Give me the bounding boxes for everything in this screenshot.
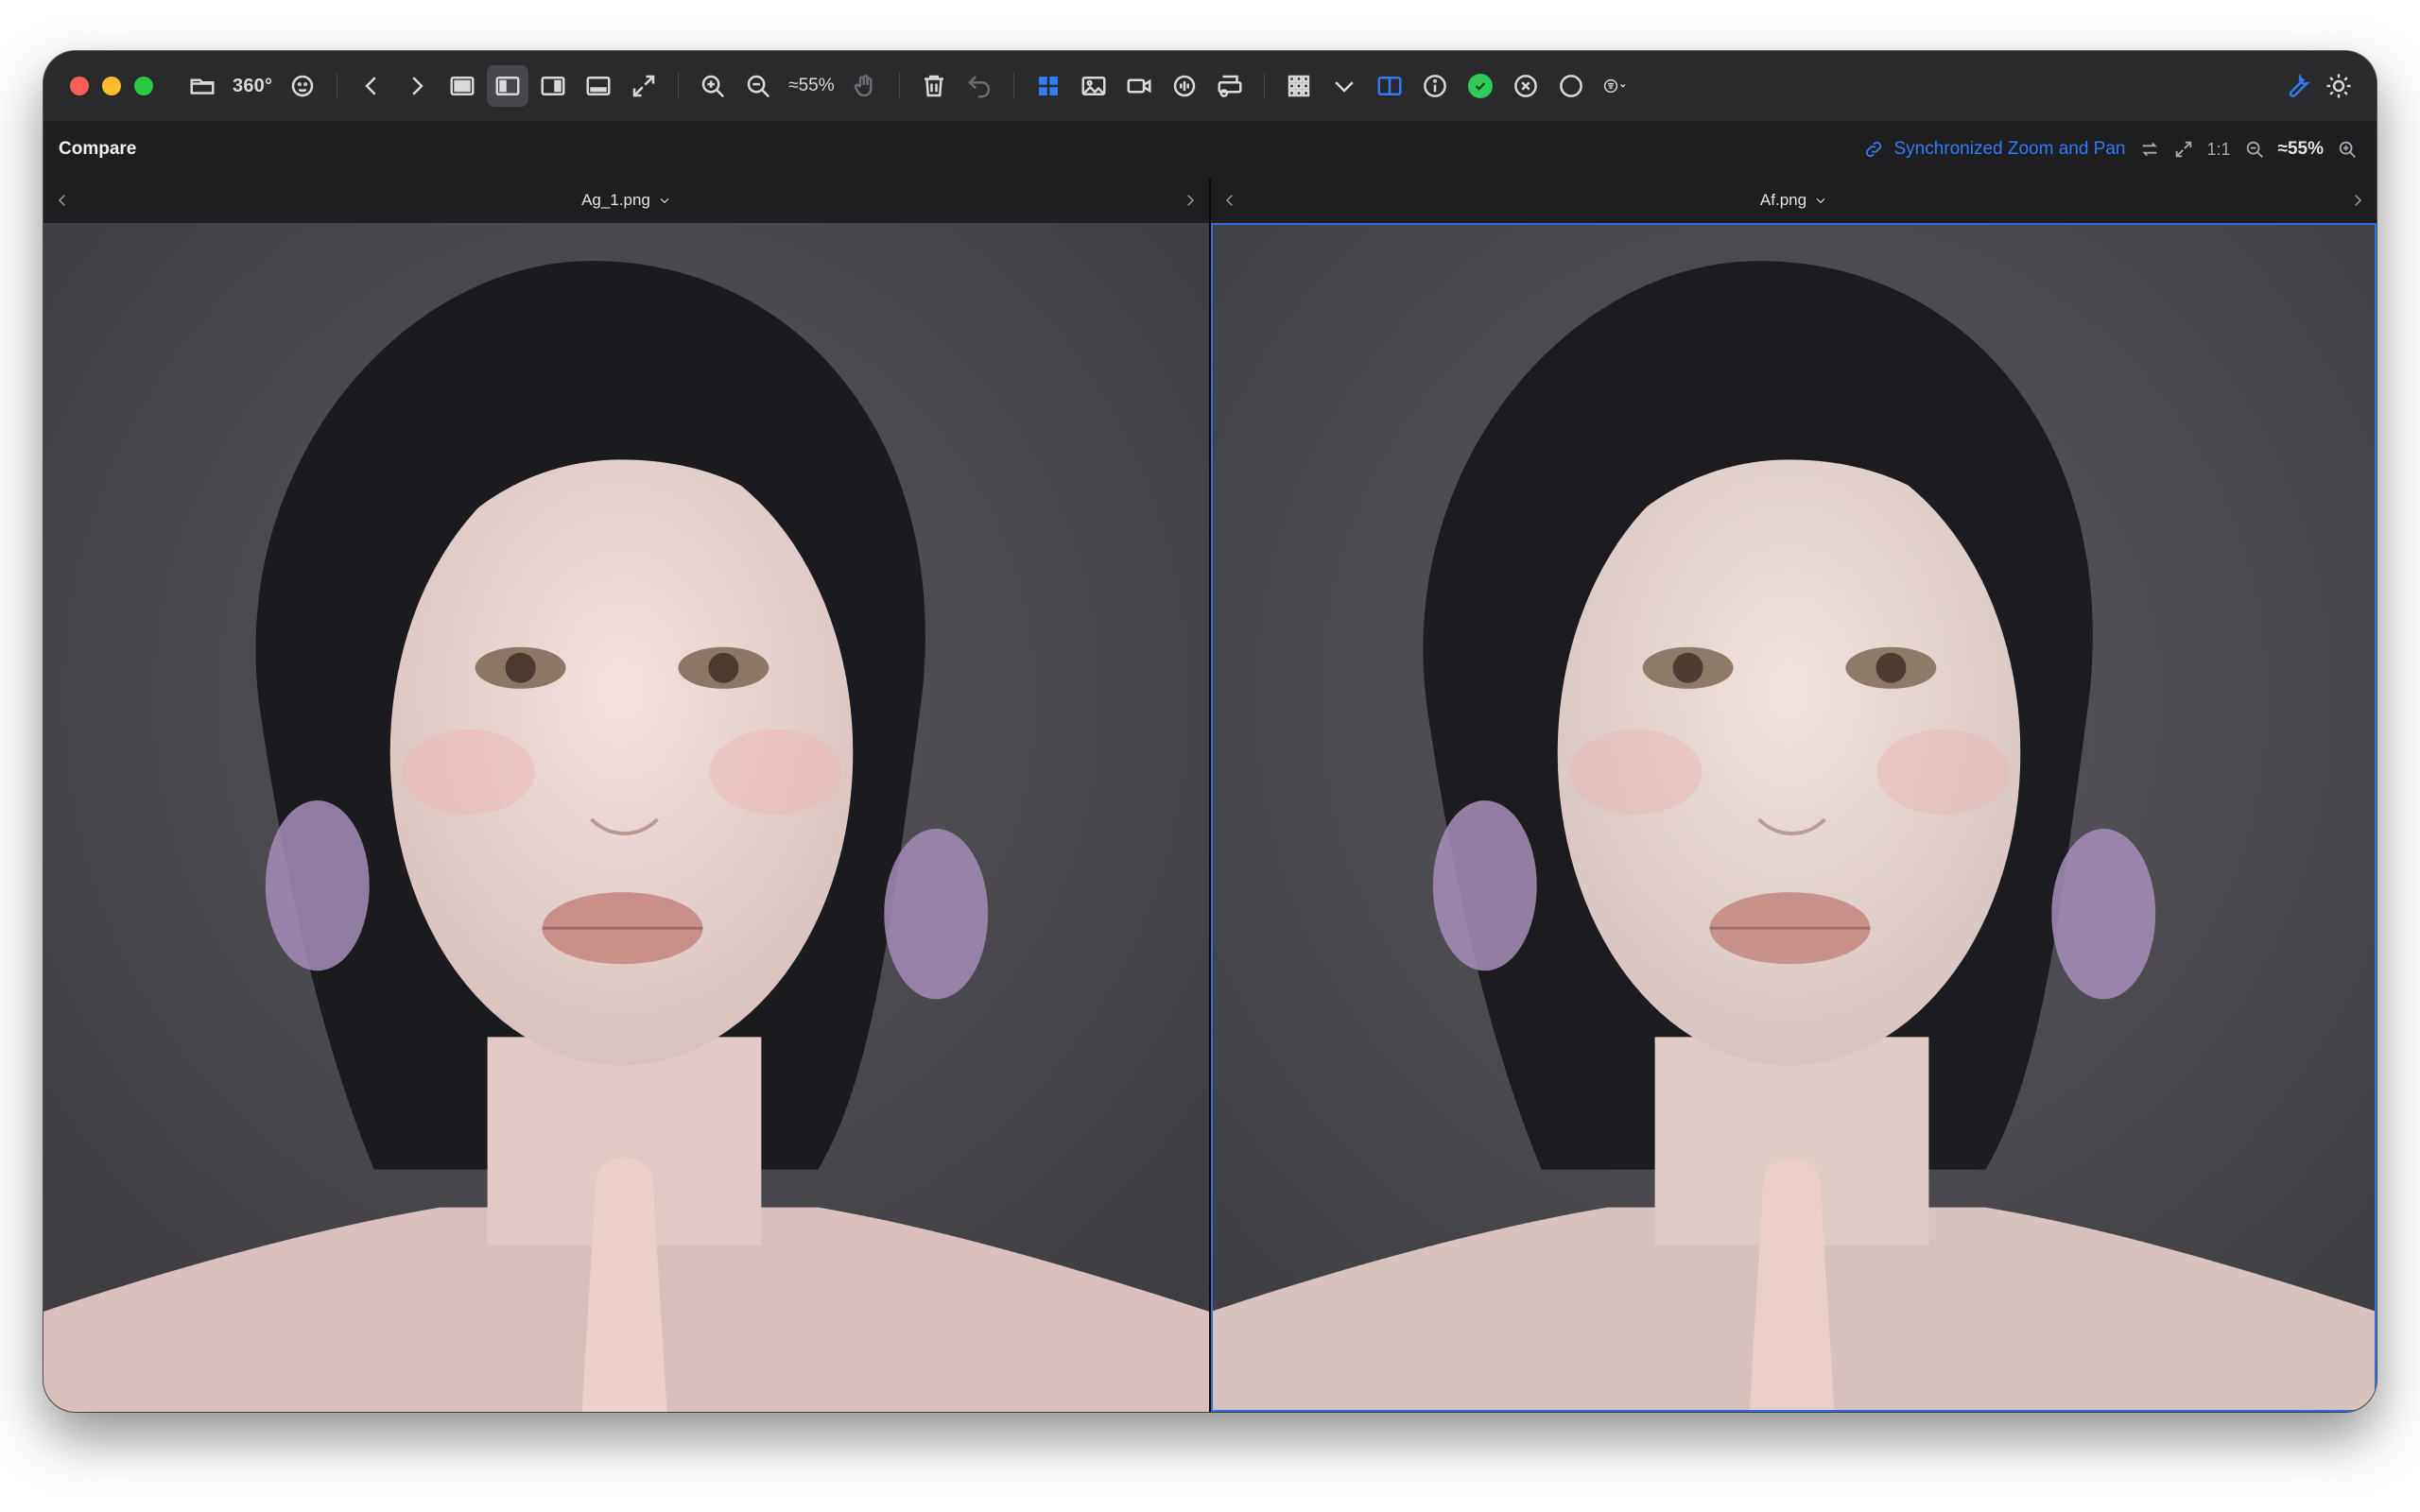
pane-header: Ag_1.png xyxy=(43,178,1209,224)
folder-icon[interactable] xyxy=(182,65,223,107)
grid-view-icon[interactable] xyxy=(1028,65,1069,107)
layout-sidebar-right-icon[interactable] xyxy=(532,65,574,107)
print-icon[interactable] xyxy=(1209,65,1251,107)
app-window: 360° ≈55% Compare Synchronized Zoom and … xyxy=(43,51,2377,1412)
sync-zoom-pan-toggle[interactable]: Synchronized Zoom and Pan xyxy=(1863,139,2126,160)
portrait-photo xyxy=(1211,223,2377,1412)
image-icon[interactable] xyxy=(1073,65,1115,107)
approve-check-icon[interactable] xyxy=(1460,65,1501,107)
brightness-icon[interactable] xyxy=(2318,65,2360,107)
zoom-in-icon[interactable] xyxy=(692,65,734,107)
zoom-level[interactable]: ≈55% xyxy=(783,65,839,107)
toolbar-separator xyxy=(898,73,900,99)
compare-pane-left: Ag_1.png xyxy=(43,178,1209,1412)
close-window-button[interactable] xyxy=(70,77,89,95)
previous-image-icon[interactable] xyxy=(43,178,81,223)
zoom-window-button[interactable] xyxy=(134,77,153,95)
circle-icon[interactable] xyxy=(1550,65,1592,107)
thumbnail-grid-icon[interactable] xyxy=(1278,65,1320,107)
audio-icon[interactable] xyxy=(1164,65,1205,107)
rotate-360-button[interactable]: 360° xyxy=(227,65,278,107)
sync-zoom-pan-label: Synchronized Zoom and Pan xyxy=(1893,139,2126,159)
next-image-icon[interactable] xyxy=(2339,178,2377,223)
file-name: Af.png xyxy=(1759,191,1807,209)
trash-icon[interactable] xyxy=(913,65,955,107)
compare-split-icon[interactable] xyxy=(1369,65,1410,107)
reject-x-icon[interactable] xyxy=(1505,65,1547,107)
layout-single-icon[interactable] xyxy=(441,65,483,107)
image-viewer[interactable] xyxy=(43,223,1209,1412)
chevron-right-icon[interactable] xyxy=(396,65,438,107)
chevron-down-icon xyxy=(660,198,669,204)
layout-sidebar-left-icon[interactable] xyxy=(487,65,529,107)
toolbar-separator xyxy=(678,73,680,99)
filter-menu-icon[interactable] xyxy=(1596,65,1637,107)
toolbar-separator xyxy=(1263,73,1265,99)
layout-bottom-panel-icon[interactable] xyxy=(578,65,619,107)
next-image-icon[interactable] xyxy=(1171,178,1209,223)
zoom-out-icon[interactable] xyxy=(737,65,779,107)
compare-pane-right: Af.png xyxy=(1209,178,2377,1412)
toolbar-left-group: 360° ≈55% xyxy=(182,65,1637,107)
undo-icon[interactable] xyxy=(959,65,1000,107)
compare-zoom-out-icon[interactable] xyxy=(2244,139,2265,160)
wrench-icon[interactable] xyxy=(2276,65,2318,107)
chevron-down-icon[interactable] xyxy=(1323,65,1365,107)
image-viewer-selected[interactable] xyxy=(1211,223,2377,1412)
file-name-selector[interactable]: Ag_1.png xyxy=(581,191,671,210)
chevron-left-icon[interactable] xyxy=(351,65,392,107)
minimize-window-button[interactable] xyxy=(102,77,121,95)
actual-size-button[interactable]: 1:1 xyxy=(2207,140,2231,160)
fullscreen-icon[interactable] xyxy=(623,65,665,107)
compare-title: Compare xyxy=(59,139,137,159)
compare-zoom-level[interactable]: ≈55% xyxy=(2278,139,2324,160)
toolbar: 360° ≈55% xyxy=(43,51,2377,122)
video-icon[interactable] xyxy=(1118,65,1160,107)
chevron-down-icon xyxy=(1816,198,1825,204)
compare-zoom-in-icon[interactable] xyxy=(2337,139,2358,160)
fit-expand-icon[interactable] xyxy=(2173,139,2194,160)
face-icon[interactable] xyxy=(282,65,323,107)
window-controls xyxy=(70,77,153,95)
portrait-photo xyxy=(43,223,1209,1412)
swap-arrows-icon[interactable] xyxy=(2139,139,2160,160)
file-name-selector[interactable]: Af.png xyxy=(1760,191,1827,210)
info-icon[interactable] xyxy=(1414,65,1456,107)
comparison-panes: Ag_1.png Af.png xyxy=(43,178,2377,1412)
previous-image-icon[interactable] xyxy=(1211,178,1249,223)
toolbar-separator xyxy=(1012,73,1014,99)
file-name: Ag_1.png xyxy=(581,191,650,209)
hand-pan-icon[interactable] xyxy=(844,65,886,107)
link-icon xyxy=(1866,141,1882,158)
compare-header: Compare Synchronized Zoom and Pan 1:1 ≈5… xyxy=(43,121,2377,179)
pane-header: Af.png xyxy=(1211,178,2377,224)
sync-controls: Synchronized Zoom and Pan 1:1 ≈55% xyxy=(1863,139,2358,160)
